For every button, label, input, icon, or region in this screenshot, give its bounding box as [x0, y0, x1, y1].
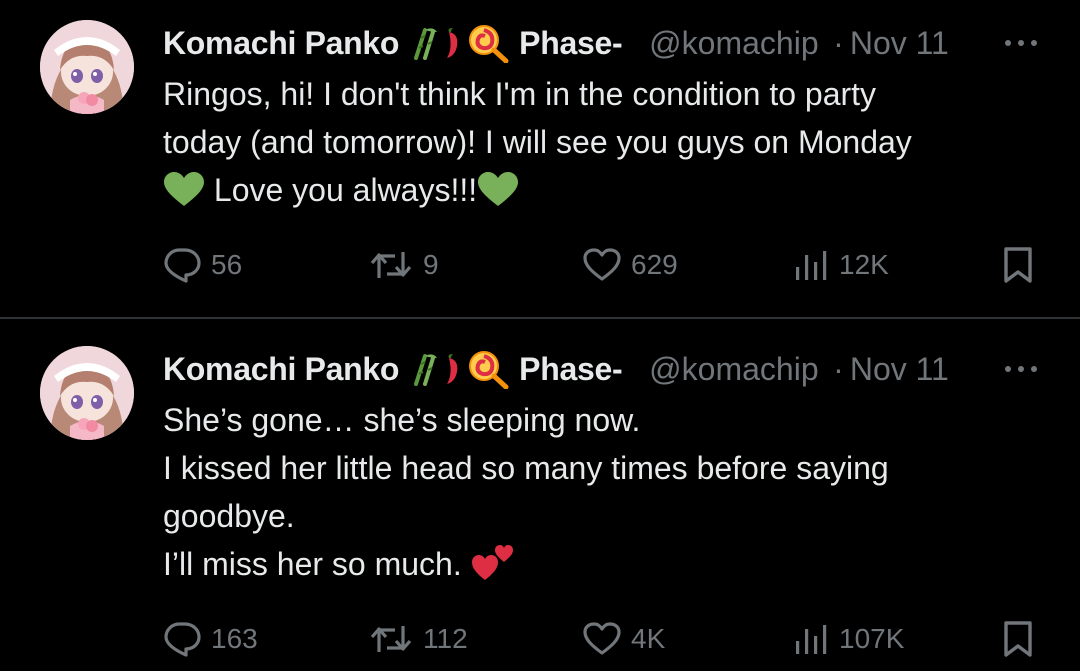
- tweet-line: She’s gone… she’s sleeping now.: [163, 402, 641, 438]
- reply-icon: [164, 622, 201, 657]
- reply-button[interactable]: 56: [163, 245, 242, 285]
- name-emoji-group: [411, 23, 509, 63]
- tweet-date[interactable]: Nov 11: [850, 25, 949, 62]
- avatar[interactable]: [40, 346, 134, 440]
- green-heart-icon: [478, 172, 519, 206]
- green-heart-icon: [164, 172, 204, 206]
- analytics-icon: [796, 251, 827, 280]
- bookmark-button[interactable]: [1001, 619, 1045, 659]
- retweet-count: 112: [423, 623, 468, 654]
- name-emoji-group: [411, 349, 509, 389]
- more-options-icon[interactable]: [1004, 20, 1038, 66]
- views-button[interactable]: 107K: [793, 619, 904, 659]
- chili-pepper-icon: [447, 28, 458, 58]
- lollipop-icon: [469, 25, 509, 63]
- tweet[interactable]: Komachi Panko Phase- @komachip · Nov 11: [0, 320, 1080, 671]
- tweet[interactable]: Komachi Panko Phase- @komachip · Nov 11: [0, 0, 1080, 318]
- heart-icon: [583, 248, 621, 281]
- two-hearts-icon: [471, 545, 513, 580]
- author-name[interactable]: Komachi Panko: [163, 351, 399, 388]
- tweet-header: Komachi Panko Phase- @komachip · Nov 11: [163, 346, 1043, 392]
- tweet-line-with-emoji: Love you always!!!: [163, 166, 1043, 214]
- like-count: 4K: [631, 623, 666, 654]
- retweet-icon: [370, 626, 412, 652]
- tweet-actions: 163 112 4K 107K: [163, 619, 1043, 659]
- author-handle[interactable]: @komachip: [649, 25, 827, 62]
- separator-dot: ·: [833, 350, 844, 387]
- separator-dot: ·: [833, 24, 844, 61]
- reply-icon: [164, 248, 201, 283]
- tweet-line: I kissed her little head so many times b…: [163, 450, 889, 486]
- tweet-line: today (and tomorrow)! I will see you guy…: [163, 124, 912, 160]
- author-name-suffix[interactable]: Phase-: [519, 351, 637, 388]
- reply-button[interactable]: 163: [163, 619, 258, 659]
- tweet-header: Komachi Panko Phase- @komachip · Nov 11: [163, 20, 1043, 66]
- tweet-line-with-emoji: I’ll miss her so much.: [163, 540, 1043, 588]
- reply-count: 163: [211, 623, 258, 654]
- like-button[interactable]: 629: [583, 245, 678, 285]
- retweet-button[interactable]: 9: [369, 245, 439, 285]
- bookmark-button[interactable]: [1001, 245, 1045, 285]
- chili-pepper-icon: [447, 354, 458, 384]
- author-name[interactable]: Komachi Panko: [163, 25, 399, 62]
- like-count: 629: [631, 249, 678, 280]
- tweet-text: Ringos, hi! I don't think I'm in the con…: [163, 70, 1043, 214]
- tweet-divider: [0, 317, 1080, 319]
- author-handle[interactable]: @komachip: [649, 351, 827, 388]
- bookmark-icon: [1004, 621, 1032, 657]
- avatar[interactable]: [40, 20, 134, 114]
- tweet-actions: 56 9 629 12K: [163, 245, 1043, 285]
- tweet-line: Ringos, hi! I don't think I'm in the con…: [163, 76, 877, 112]
- bamboo-icon: [414, 28, 438, 60]
- bamboo-icon: [414, 354, 438, 386]
- author-name-suffix[interactable]: Phase-: [519, 25, 637, 62]
- views-button[interactable]: 12K: [793, 245, 889, 285]
- view-count: 12K: [839, 249, 889, 280]
- retweet-count: 9: [423, 249, 439, 280]
- tweet-line: I’ll miss her so much.: [163, 546, 462, 582]
- tweet-text: She’s gone… she’s sleeping now. I kissed…: [163, 396, 1043, 588]
- tweet-line: goodbye.: [163, 498, 295, 534]
- view-count: 107K: [839, 623, 905, 654]
- reply-count: 56: [211, 249, 243, 280]
- retweet-button[interactable]: 112: [369, 619, 468, 659]
- tweet-line: Love you always!!!: [213, 172, 478, 208]
- lollipop-icon: [469, 351, 509, 389]
- heart-icon: [583, 622, 621, 655]
- retweet-icon: [370, 252, 412, 278]
- like-button[interactable]: 4K: [583, 619, 665, 659]
- more-options-icon[interactable]: [1004, 346, 1038, 392]
- tweet-date[interactable]: Nov 11: [850, 351, 949, 388]
- bookmark-icon: [1004, 247, 1032, 283]
- analytics-icon: [796, 625, 827, 654]
